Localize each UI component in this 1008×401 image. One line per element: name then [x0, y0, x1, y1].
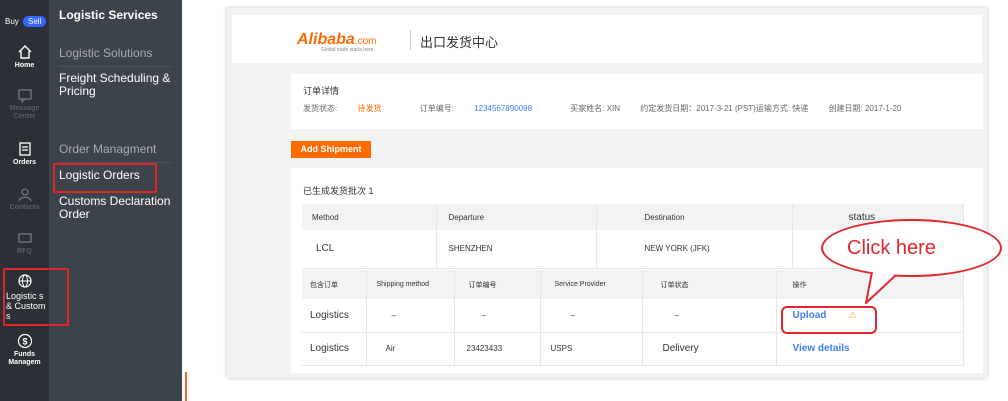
- dollar-icon: $: [17, 333, 32, 349]
- column-header: Departure: [436, 204, 597, 230]
- icon-rail: Buy Sell Home Message Center Orders Cont…: [0, 0, 49, 401]
- highlight-logistics-customs: [3, 268, 69, 326]
- table-cell: SHENZHEN: [436, 230, 597, 269]
- table-cell: NEW YORK (JFK): [596, 230, 793, 269]
- rail-item-home[interactable]: Home: [0, 44, 49, 70]
- order-info-row: 发货状态: 待发货 订单编号: 1234567890098 买家姓名: XIN …: [303, 103, 919, 114]
- rail-label: Contacts: [9, 204, 40, 211]
- order-details: 订单详情 发货状态: 待发货 订单编号: 1234567890098 买家姓名:…: [291, 74, 983, 129]
- column-header: 订单状态: [642, 270, 777, 299]
- table-cell: View details: [776, 332, 964, 366]
- home-icon: [18, 45, 31, 59]
- table-cell: Logistics: [302, 332, 367, 366]
- order-number-link[interactable]: 23423433: [454, 332, 541, 366]
- table-cell: –: [454, 299, 541, 333]
- highlight-upload: [781, 306, 877, 334]
- menu-divider: [59, 66, 171, 67]
- order-number: 订单编号: 1234567890098: [419, 104, 533, 113]
- rail-label: Orders: [13, 159, 36, 166]
- menu-item-freight-scheduling[interactable]: Freight Scheduling & Pricing: [59, 72, 177, 98]
- created-date: 创建日期: 2017-1-20: [828, 104, 902, 113]
- svg-text:$: $: [22, 337, 27, 347]
- menu-item-customs-declaration[interactable]: Customs Declaration Order: [59, 195, 177, 221]
- column-header: 包含订单: [302, 270, 367, 299]
- rail-item-rfq[interactable]: RFQ: [0, 230, 49, 256]
- page-title: 出口发货中心: [420, 35, 499, 50]
- logistics-menu: Logistic Services Logistic Solutions Fre…: [49, 0, 182, 401]
- table-cell: Air: [366, 332, 455, 366]
- rail-label: Home: [14, 62, 35, 69]
- view-details-link[interactable]: View details: [793, 343, 850, 354]
- rail-label: Funds Managem: [8, 351, 41, 366]
- logo-tagline: Global trade starts here.: [321, 47, 375, 53]
- table-cell: –: [540, 299, 643, 333]
- rail-label: Message Center: [9, 105, 40, 120]
- header-divider: [410, 30, 411, 50]
- column-header: Destination: [596, 204, 793, 230]
- shipments-title: 已生成发货批次 1: [303, 186, 374, 196]
- rail-item-contacts[interactable]: Contacts: [0, 186, 49, 212]
- rail-item-orders[interactable]: Orders: [0, 141, 49, 167]
- highlight-logistic-orders: [53, 163, 157, 193]
- table-header-row: 包含订单 Shipping method 订单编号 Service Provid…: [302, 270, 964, 299]
- table-cell: –: [642, 299, 777, 333]
- column-header: Method: [302, 204, 437, 230]
- contacts-icon: [17, 188, 32, 202]
- order-details-title: 订单详情: [303, 86, 340, 96]
- table-cell: Delivery: [642, 332, 777, 366]
- table-cell: Logistics: [302, 299, 367, 333]
- orange-marker: [185, 372, 187, 401]
- rfq-icon: [17, 233, 32, 243]
- table-cell: –: [366, 299, 455, 333]
- column-header: 订单编号: [454, 270, 541, 299]
- column-header: Shipping method: [366, 270, 455, 299]
- table-cell: USPS: [540, 332, 643, 366]
- buyer-name: 买家姓名: XIN: [570, 104, 621, 113]
- alibaba-logo[interactable]: Alibaba.com Global trade starts here.: [297, 31, 376, 53]
- buy-sell-toggle[interactable]: Buy Sell: [3, 14, 47, 28]
- rail-item-funds[interactable]: $ Funds Managem: [0, 333, 49, 367]
- add-shipment-button[interactable]: Add Shipment: [291, 141, 371, 158]
- message-icon: [17, 89, 32, 103]
- order-status: 发货状态: 待发货: [303, 104, 382, 113]
- menu-item-logistic-solutions[interactable]: Logistic Solutions: [59, 47, 152, 60]
- menu-header: Logistic Services: [59, 8, 158, 22]
- buy-option[interactable]: Buy: [3, 17, 23, 26]
- page-header: Alibaba.com Global trade starts here. 出口…: [232, 15, 982, 63]
- table-cell: LCL: [302, 230, 437, 269]
- rail-item-message-center[interactable]: Message Center: [0, 87, 49, 121]
- sell-option[interactable]: Sell: [23, 15, 47, 27]
- callout-text: Click here: [847, 237, 936, 259]
- orders-icon: [18, 142, 31, 156]
- menu-item-order-management: Order Managment: [59, 142, 157, 156]
- column-header: Service Provider: [540, 270, 643, 299]
- rail-label: RFQ: [17, 248, 32, 255]
- table-row: Logistics Air 23423433 USPS Delivery Vie…: [302, 332, 964, 366]
- ship-date: 约定发货日期：2017-3-21 (PST)运输方式: 快递: [640, 104, 809, 113]
